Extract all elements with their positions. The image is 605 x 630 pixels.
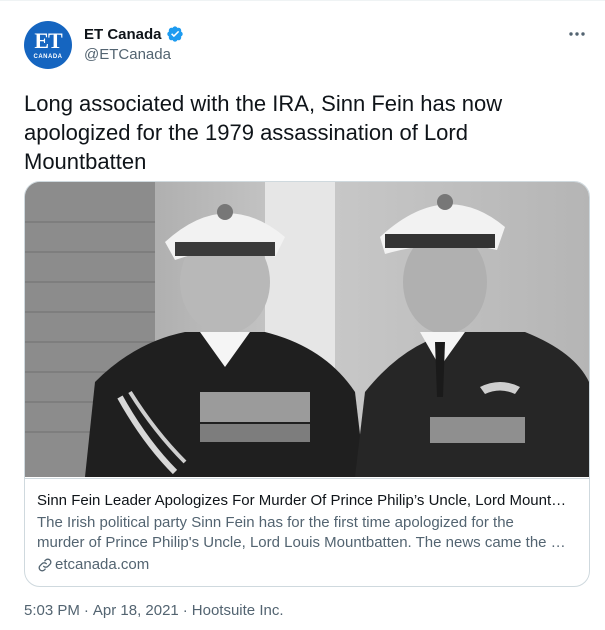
link-card[interactable]: Sinn Fein Leader Apologizes For Murder O… — [24, 181, 590, 587]
footer-separator: · — [182, 602, 188, 619]
author-name-row[interactable]: ET Canada — [84, 24, 184, 44]
link-icon — [37, 557, 53, 573]
tweet-time[interactable]: 5:03 PM — [24, 602, 80, 619]
tweet-source[interactable]: Hootsuite Inc. — [192, 602, 284, 619]
card-domain-text[interactable]: etcanada.com — [55, 555, 149, 575]
author-handle[interactable]: @ETCanada — [84, 46, 171, 63]
tweet[interactable]: ET CANADA ET Canada @ETCanada Long assoc… — [0, 0, 605, 630]
card-meta[interactable]: Sinn Fein Leader Apologizes For Murder O… — [25, 478, 589, 586]
card-photo[interactable] — [25, 182, 589, 477]
tweet-text: Long associated with the IRA, Sinn Fein … — [24, 91, 503, 174]
avatar-logo-text: ET — [34, 28, 62, 53]
avatar[interactable]: ET CANADA — [24, 21, 72, 69]
tweet-footer: 5:03 PM · Apr 18, 2021 · Hootsuite Inc. — [24, 602, 284, 619]
card-description-line: The Irish political party Sinn Fein has … — [37, 514, 514, 531]
avatar-logo-subtext: CANADA — [33, 54, 63, 60]
card-domain[interactable]: etcanada.com — [37, 555, 577, 575]
tweet-date[interactable]: Apr 18, 2021 — [93, 602, 179, 619]
card-description-line: murder of Prince Philip's Uncle, Lord Lo… — [37, 534, 566, 551]
card-description: The Irish political party Sinn Fein has … — [37, 513, 577, 553]
footer-separator: · — [83, 602, 89, 619]
verified-badge-icon — [166, 25, 184, 43]
more-options-icon[interactable] — [565, 25, 589, 43]
author-name[interactable]: ET Canada — [84, 26, 162, 43]
card-title[interactable]: Sinn Fein Leader Apologizes For Murder O… — [37, 491, 577, 511]
